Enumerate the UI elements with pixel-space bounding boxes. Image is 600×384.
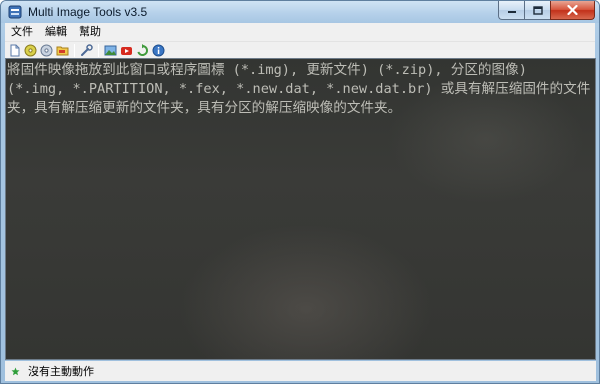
- title-bar[interactable]: Multi Image Tools v3.5: [1, 1, 599, 23]
- menu-bar: 文件 編輯 幫助: [5, 23, 595, 41]
- menu-edit[interactable]: 編輯: [39, 23, 73, 41]
- minimize-button[interactable]: [498, 1, 524, 20]
- about-button[interactable]: [152, 44, 165, 57]
- close-button[interactable]: [550, 1, 595, 20]
- new-file-icon: [10, 44, 20, 56]
- save-disc-button[interactable]: [40, 44, 53, 57]
- maximize-icon: [532, 5, 543, 15]
- open-disc-icon: [24, 44, 37, 56]
- status-indicator-icon: [11, 367, 20, 375]
- open-folder-button[interactable]: [56, 44, 69, 57]
- image-button[interactable]: [104, 44, 117, 57]
- refresh-button[interactable]: [136, 43, 149, 57]
- toolbar: [5, 41, 595, 58]
- folder-icon: [56, 46, 69, 55]
- drop-instruction-line: (*.img, *.PARTITION, *.fex, *.new.dat, *…: [7, 81, 591, 97]
- status-text: 沒有主動動作: [28, 365, 94, 378]
- open-disc-button[interactable]: [24, 44, 37, 57]
- info-icon: [152, 44, 165, 56]
- app-icon: [8, 5, 22, 19]
- drop-instruction-line: 將固件映像拖放到此窗口或程序圖標 (*.img), 更新文件) (*.zip),…: [7, 62, 527, 78]
- image-icon: [104, 45, 117, 55]
- caption-buttons: [498, 1, 595, 20]
- new-file-button[interactable]: [8, 44, 21, 57]
- tools-button[interactable]: [80, 43, 93, 57]
- drop-instruction-line: 夹，具有解压缩更新的文件夹，具有分区的解压缩映像的文件夹。: [7, 100, 402, 116]
- refresh-icon: [137, 43, 149, 56]
- drop-area[interactable]: 將固件映像拖放到此窗口或程序圖標 (*.img), 更新文件) (*.zip),…: [5, 58, 596, 360]
- toolbar-separator: [74, 43, 75, 57]
- save-disc-icon: [40, 44, 53, 56]
- toolbar-separator: [98, 43, 99, 57]
- wrench-icon: [81, 43, 93, 56]
- minimize-icon: [507, 11, 516, 13]
- video-button[interactable]: [120, 44, 133, 57]
- menu-help[interactable]: 幫助: [73, 23, 107, 41]
- app-window: Multi Image Tools v3.5 文件 編輯 幫助 將固件映像拖放到…: [0, 0, 600, 384]
- menu-file[interactable]: 文件: [5, 23, 39, 41]
- maximize-button[interactable]: [524, 1, 550, 20]
- status-bar: 沒有主動動作: [5, 361, 596, 381]
- window-title: Multi Image Tools v3.5: [28, 5, 148, 19]
- drop-instructions: 將固件映像拖放到此窗口或程序圖標 (*.img), 更新文件) (*.zip),…: [7, 61, 595, 118]
- close-icon: [567, 5, 578, 15]
- youtube-icon: [121, 46, 132, 55]
